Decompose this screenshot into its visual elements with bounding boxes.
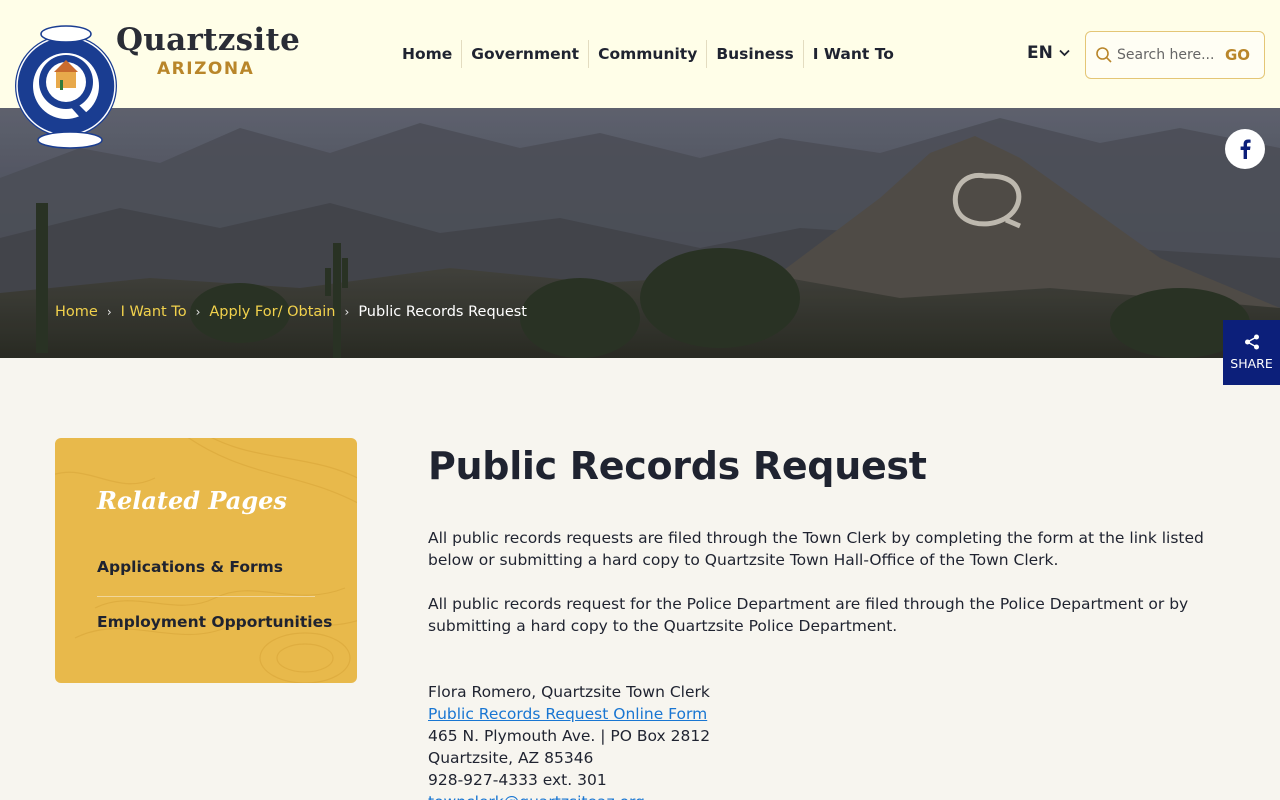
hero-mountain-image xyxy=(0,108,1280,358)
share-icon xyxy=(1244,334,1259,350)
related-divider xyxy=(97,596,315,597)
site-header: Quartzsite ARIZONA Home Government Commu… xyxy=(0,0,1280,108)
search-go-button[interactable]: GO xyxy=(1225,46,1250,64)
breadcrumb-home[interactable]: Home xyxy=(55,304,98,320)
breadcrumb-i-want-to[interactable]: I Want To xyxy=(121,304,187,320)
facebook-button[interactable] xyxy=(1225,129,1265,169)
breadcrumb: Home › I Want To › Apply For/ Obtain › P… xyxy=(55,304,527,320)
search-input[interactable] xyxy=(1117,47,1219,63)
breadcrumb-apply-for-obtain[interactable]: Apply For/ Obtain xyxy=(209,304,335,320)
hero-banner: Home › I Want To › Apply For/ Obtain › P… xyxy=(0,108,1280,358)
nav-community[interactable]: Community xyxy=(589,40,708,68)
logo-town-name: Quartzsite xyxy=(116,22,301,58)
clerk-email-link[interactable]: townclerk@quartzsiteaz.org xyxy=(428,791,645,800)
town-seal-logo[interactable] xyxy=(14,22,120,150)
breadcrumb-separator-icon: › xyxy=(344,305,350,319)
clerk-phone: 928-927-4333 ext. 301 xyxy=(428,771,607,789)
page-title: Public Records Request xyxy=(428,444,927,488)
logo-state-name: ARIZONA xyxy=(157,59,255,79)
language-selector[interactable]: EN xyxy=(1027,43,1070,63)
logo-wordmark[interactable]: Quartzsite ARIZONA xyxy=(116,22,301,79)
nav-home[interactable]: Home xyxy=(393,40,463,68)
clerk-city: Quartzsite, AZ 85346 xyxy=(428,749,594,767)
search-icon xyxy=(1096,47,1112,63)
breadcrumb-current: Public Records Request xyxy=(358,304,527,320)
chevron-down-icon xyxy=(1059,49,1070,57)
breadcrumb-separator-icon: › xyxy=(106,305,112,319)
related-pages-title: Related Pages xyxy=(97,486,287,515)
intro-paragraph: All public records requests are filed th… xyxy=(428,529,1204,569)
police-paragraph: All public records request for the Polic… xyxy=(428,595,1189,635)
facebook-icon xyxy=(1240,139,1251,159)
related-link-applications-forms[interactable]: Applications & Forms xyxy=(97,558,283,576)
online-form-link[interactable]: Public Records Request Online Form xyxy=(428,703,707,725)
nav-i-want-to[interactable]: I Want To xyxy=(804,40,903,68)
share-button[interactable]: SHARE xyxy=(1223,320,1280,385)
search-box: GO xyxy=(1085,31,1265,79)
clerk-name: Flora Romero, Quartzsite Town Clerk xyxy=(428,683,710,701)
nav-business[interactable]: Business xyxy=(707,40,804,68)
clerk-address: 465 N. Plymouth Ave. | PO Box 2812 xyxy=(428,727,711,745)
related-link-employment-opportunities[interactable]: Employment Opportunities xyxy=(97,613,332,631)
language-label: EN xyxy=(1027,43,1053,63)
share-label: SHARE xyxy=(1230,356,1273,371)
breadcrumb-separator-icon: › xyxy=(195,305,201,319)
nav-government[interactable]: Government xyxy=(462,40,590,68)
main-nav: Home Government Community Business I Wan… xyxy=(393,40,903,68)
